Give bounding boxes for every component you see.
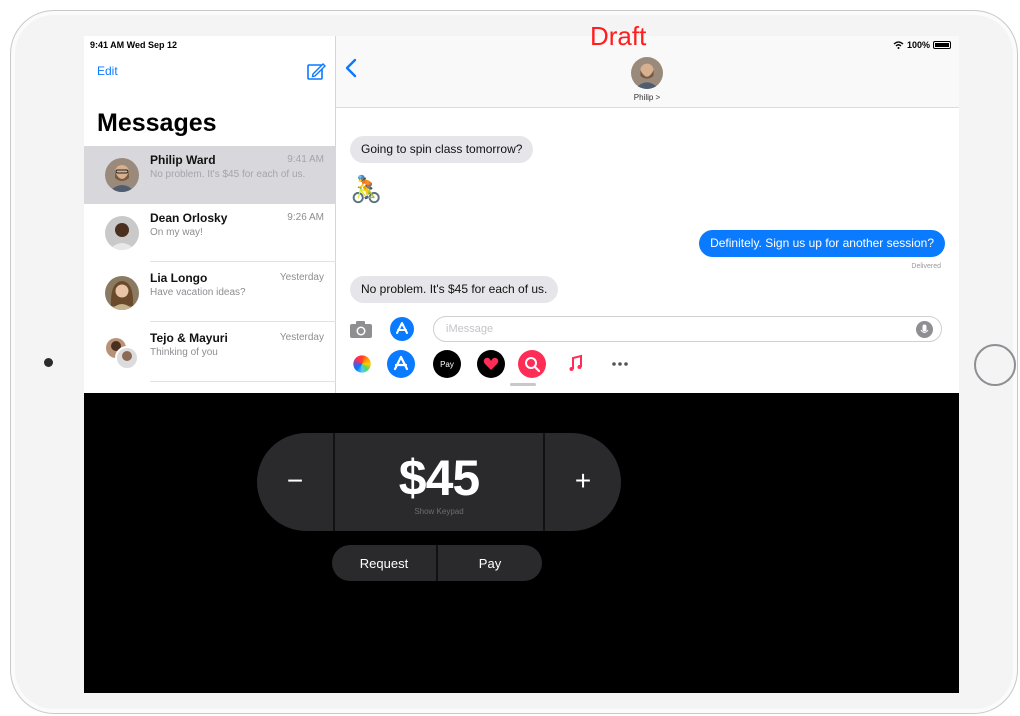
payment-amount: $45: [398, 450, 480, 506]
image-search-app-icon[interactable]: [518, 350, 546, 378]
drawer-grabber[interactable]: [510, 383, 536, 386]
wifi-icon: [893, 41, 904, 49]
conversation-preview: Thinking of you: [150, 347, 218, 358]
conversation-preview: On my way!: [150, 227, 203, 238]
compose-bar: [336, 314, 959, 344]
home-button[interactable]: [974, 344, 1016, 386]
request-button[interactable]: Request: [332, 545, 436, 581]
conversation-preview: No problem. It's $45 for each of us.: [150, 169, 306, 180]
avatar: [105, 276, 139, 310]
microphone-icon[interactable]: [916, 321, 933, 338]
more-apps-icon[interactable]: [606, 350, 634, 378]
app-store-app-icon[interactable]: [387, 350, 415, 378]
contact-name[interactable]: Philip >: [616, 93, 678, 102]
message-bubble-incoming: Going to spin class tomorrow?: [350, 136, 534, 163]
status-time: 9:41 AM Wed Sep 12: [90, 40, 178, 50]
ipad-screen: Edit Messages Philip Ward 9:41 AM No pro…: [84, 36, 959, 693]
conversation-philip-ward[interactable]: Philip Ward 9:41 AM No problem. It's $45…: [84, 146, 336, 204]
conversation-time: Yesterday: [279, 332, 324, 343]
conversation-preview: Have vacation ideas?: [150, 287, 246, 298]
show-keypad-link[interactable]: Show Keypad: [333, 507, 545, 516]
conversation-time: Yesterday: [279, 272, 324, 283]
app-drawer: Pay: [336, 348, 959, 378]
back-chevron-icon[interactable]: [344, 58, 358, 78]
payment-actions: Request Pay: [332, 545, 542, 581]
divider: [150, 261, 336, 262]
status-bar: 9:41 AM Wed Sep 12 100%: [84, 36, 959, 54]
message-bubble-incoming: No problem. It's $45 for each of us.: [350, 276, 559, 303]
message-input[interactable]: [433, 316, 942, 342]
conversation-tejo-mayuri[interactable]: Tejo & Mayuri Yesterday Thinking of you: [84, 324, 336, 382]
conversation-name: Tejo & Mayuri: [150, 331, 228, 345]
app-store-icon[interactable]: [390, 317, 414, 341]
battery-percent: 100%: [906, 40, 930, 50]
photos-app-icon[interactable]: [353, 355, 371, 373]
battery-icon: [933, 41, 951, 49]
conversation-name: Philip Ward: [150, 153, 216, 167]
messages-app: Edit Messages Philip Ward 9:41 AM No pro…: [84, 36, 959, 393]
pay-button[interactable]: Pay: [436, 545, 542, 581]
contact-avatar[interactable]: [631, 57, 663, 89]
decrease-amount-button[interactable]: −: [257, 433, 333, 531]
increase-amount-button[interactable]: +: [545, 433, 621, 531]
page-title: Messages: [97, 109, 217, 137]
amount-stepper: − $45 Show Keypad +: [257, 433, 621, 531]
divider: [150, 381, 336, 382]
digital-touch-app-icon[interactable]: [477, 350, 505, 378]
avatar: [105, 336, 139, 370]
conversation-name: Lia Longo: [150, 271, 208, 285]
edit-button[interactable]: Edit: [97, 64, 118, 78]
conversation-dean-orlosky[interactable]: Dean Orlosky 9:26 AM On my way!: [84, 204, 336, 262]
conversation-time: 9:41 AM: [287, 154, 324, 165]
draft-watermark: Draft: [590, 21, 647, 51]
music-app-icon[interactable]: [562, 350, 590, 378]
avatar: [105, 216, 139, 250]
bike-emoji: 🚴: [350, 174, 383, 204]
apple-pay-label: Pay: [440, 359, 454, 369]
front-camera: [44, 358, 53, 367]
delivered-status: Delivered: [911, 263, 941, 270]
compose-icon[interactable]: [306, 61, 326, 81]
conversation-list-pane: Edit Messages Philip Ward 9:41 AM No pro…: [84, 36, 336, 393]
chat-pane: Philip > Going to spin class tomorrow? 🚴…: [336, 36, 959, 393]
message-bubble-outgoing: Definitely. Sign us up for another sessi…: [699, 230, 945, 257]
conversation-name: Dean Orlosky: [150, 211, 228, 225]
conversation-time: 9:26 AM: [287, 212, 324, 223]
conversation-lia-longo[interactable]: Lia Longo Yesterday Have vacation ideas?: [84, 264, 336, 322]
divider: [150, 321, 336, 322]
status-indicators: 100%: [893, 40, 951, 50]
avatar: [105, 158, 139, 192]
camera-icon[interactable]: [348, 318, 374, 340]
apple-pay-app-icon[interactable]: Pay: [433, 350, 461, 378]
